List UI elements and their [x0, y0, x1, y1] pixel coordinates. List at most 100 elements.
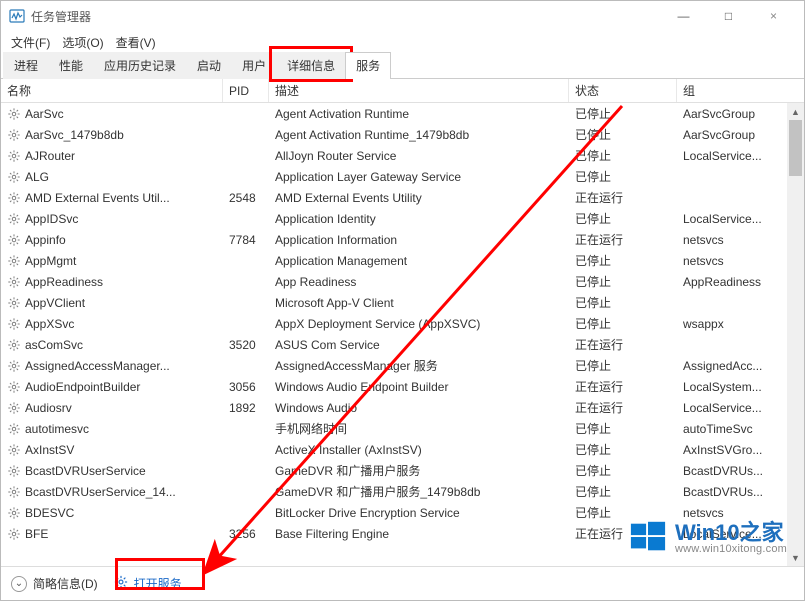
service-pid: 1892: [223, 401, 269, 415]
open-services-link[interactable]: 打开服务: [114, 575, 182, 592]
service-list: AarSvcAgent Activation Runtime已停止AarSvcG…: [1, 103, 804, 566]
service-status: 正在运行: [569, 336, 677, 353]
service-status: 已停止: [569, 252, 677, 269]
menu-view[interactable]: 查看(V): [110, 32, 162, 53]
fewer-details-button[interactable]: ⌄ 简略信息(D): [11, 575, 98, 592]
service-gear-icon: [7, 149, 21, 163]
scroll-up-button[interactable]: ▲: [787, 103, 804, 120]
service-description: GameDVR 和广播用户服务_1479b8db: [269, 483, 569, 500]
service-gear-icon: [7, 401, 21, 415]
menu-options[interactable]: 选项(O): [56, 32, 109, 53]
service-row[interactable]: AssignedAccessManager...AssignedAccessMa…: [1, 355, 804, 376]
service-description: Windows Audio: [269, 401, 569, 415]
service-name: AppXSvc: [25, 317, 74, 331]
service-name: AppMgmt: [25, 254, 76, 268]
service-description: AMD External Events Utility: [269, 191, 569, 205]
window-title: 任务管理器: [31, 8, 661, 25]
col-group[interactable]: 组: [677, 79, 787, 102]
service-gear-icon: [7, 443, 21, 457]
service-row[interactable]: AppXSvcAppX Deployment Service (AppXSVC)…: [1, 313, 804, 334]
service-row[interactable]: AppVClientMicrosoft App-V Client已停止: [1, 292, 804, 313]
service-status: 已停止: [569, 504, 677, 521]
tab-details[interactable]: 详细信息: [276, 52, 346, 79]
scroll-down-button[interactable]: ▼: [787, 549, 804, 566]
service-gear-icon: [7, 107, 21, 121]
tab-app-history[interactable]: 应用历史记录: [93, 52, 187, 79]
chevron-down-icon: ⌄: [11, 576, 27, 592]
scroll-thumb[interactable]: [789, 120, 802, 176]
close-button[interactable]: ×: [751, 1, 796, 31]
service-status: 已停止: [569, 273, 677, 290]
vertical-scrollbar[interactable]: ▲ ▼: [787, 103, 804, 566]
service-pid: 7784: [223, 233, 269, 247]
service-gear-icon: [7, 338, 21, 352]
service-gear-icon: [7, 212, 21, 226]
service-row[interactable]: Appinfo7784Application Information正在运行ne…: [1, 229, 804, 250]
service-status: 已停止: [569, 126, 677, 143]
service-row[interactable]: AxInstSVActiveX Installer (AxInstSV)已停止A…: [1, 439, 804, 460]
service-row[interactable]: AarSvc_1479b8dbAgent Activation Runtime_…: [1, 124, 804, 145]
tab-processes[interactable]: 进程: [3, 52, 49, 79]
service-description: AllJoyn Router Service: [269, 149, 569, 163]
minimize-button[interactable]: —: [661, 1, 706, 31]
service-status: 正在运行: [569, 231, 677, 248]
scroll-track[interactable]: [787, 120, 804, 549]
service-row[interactable]: ALGApplication Layer Gateway Service已停止: [1, 166, 804, 187]
service-description: Application Identity: [269, 212, 569, 226]
tab-services[interactable]: 服务: [345, 52, 391, 79]
service-row[interactable]: AudioEndpointBuilder3056Windows Audio En…: [1, 376, 804, 397]
service-description: Agent Activation Runtime: [269, 107, 569, 121]
service-name: ALG: [25, 170, 49, 184]
service-row[interactable]: BFE3256Base Filtering Engine正在运行LocalSer…: [1, 523, 804, 544]
col-pid[interactable]: PID: [223, 79, 269, 102]
open-services-label: 打开服务: [134, 575, 182, 592]
tab-startup[interactable]: 启动: [186, 52, 232, 79]
service-name: AssignedAccessManager...: [25, 359, 170, 373]
service-status: 已停止: [569, 462, 677, 479]
service-row[interactable]: autotimesvc手机网络时间已停止autoTimeSvc: [1, 418, 804, 439]
service-group: AxInstSVGro...: [677, 443, 787, 457]
service-row[interactable]: AMD External Events Util... 2548AMD Exter…: [1, 187, 804, 208]
service-name: BFE: [25, 527, 48, 541]
service-description: Microsoft App-V Client: [269, 296, 569, 310]
service-row[interactable]: BcastDVRUserService_14...GameDVR 和广播用户服务…: [1, 481, 804, 502]
service-name: AppReadiness: [25, 275, 103, 289]
service-gear-icon: [7, 170, 21, 184]
service-row[interactable]: AppIDSvcApplication Identity已停止LocalServ…: [1, 208, 804, 229]
service-name: Audiosrv: [25, 401, 72, 415]
tab-users[interactable]: 用户: [231, 52, 277, 79]
menu-file[interactable]: 文件(F): [5, 32, 56, 53]
service-row[interactable]: BDESVCBitLocker Drive Encryption Service…: [1, 502, 804, 523]
service-row[interactable]: asComSvc3520ASUS Com Service正在运行: [1, 334, 804, 355]
service-name: BDESVC: [25, 506, 74, 520]
service-row[interactable]: AJRouterAllJoyn Router Service已停止LocalSe…: [1, 145, 804, 166]
service-row[interactable]: AppMgmtApplication Management已停止netsvcs: [1, 250, 804, 271]
service-name: AMD External Events Util...: [25, 191, 170, 205]
service-row[interactable]: AarSvcAgent Activation Runtime已停止AarSvcG…: [1, 103, 804, 124]
service-name: AxInstSV: [25, 443, 74, 457]
service-group: LocalService...: [677, 527, 787, 541]
service-pid: 3056: [223, 380, 269, 394]
service-group: LocalSystem...: [677, 380, 787, 394]
service-status: 已停止: [569, 315, 677, 332]
service-gear-icon: [7, 422, 21, 436]
column-headers: 名称 PID 描述 状态 组: [1, 79, 804, 103]
service-description: Application Layer Gateway Service: [269, 170, 569, 184]
service-name: AJRouter: [25, 149, 75, 163]
service-gear-icon: [7, 233, 21, 247]
service-row[interactable]: BcastDVRUserServiceGameDVR 和广播用户服务已停止Bca…: [1, 460, 804, 481]
col-desc[interactable]: 描述: [269, 79, 569, 102]
service-group: BcastDVRUs...: [677, 464, 787, 478]
service-description: ASUS Com Service: [269, 338, 569, 352]
col-status[interactable]: 状态: [569, 79, 677, 102]
service-pid: 2548: [223, 191, 269, 205]
col-name[interactable]: 名称: [1, 79, 223, 102]
service-status: 正在运行: [569, 378, 677, 395]
service-status: 已停止: [569, 420, 677, 437]
tab-performance[interactable]: 性能: [48, 52, 94, 79]
service-row[interactable]: AppReadinessApp Readiness已停止AppReadiness: [1, 271, 804, 292]
maximize-button[interactable]: □: [706, 1, 751, 31]
task-manager-window: 任务管理器 — □ × 文件(F) 选项(O) 查看(V) 进程 性能 应用历史…: [0, 0, 805, 601]
service-row[interactable]: Audiosrv1892Windows Audio正在运行LocalServic…: [1, 397, 804, 418]
service-group: BcastDVRUs...: [677, 485, 787, 499]
